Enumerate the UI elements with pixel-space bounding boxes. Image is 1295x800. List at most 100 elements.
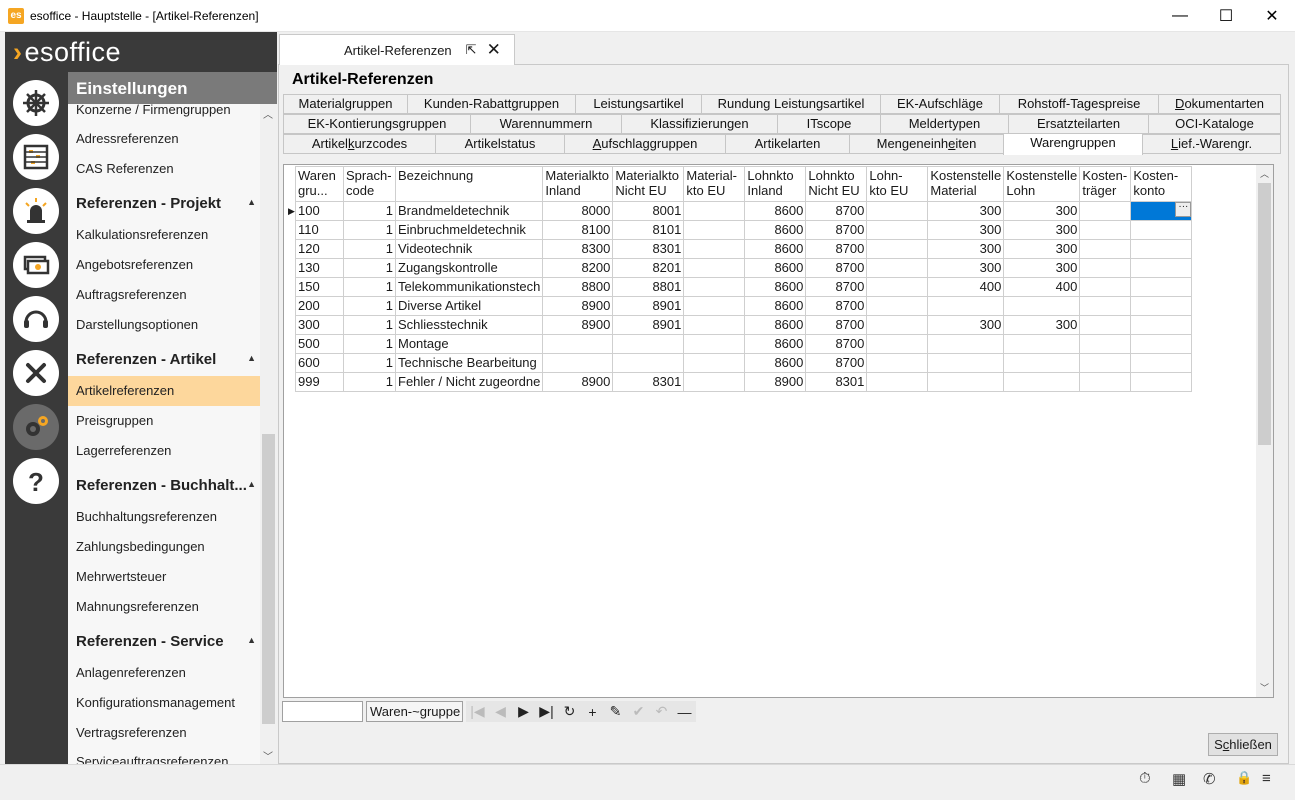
delete-record-icon[interactable]: —: [673, 701, 696, 722]
table-cell[interactable]: 8800: [542, 277, 614, 297]
table-cell[interactable]: 8600: [744, 334, 807, 354]
table-cell[interactable]: 1: [343, 277, 396, 297]
refresh-icon[interactable]: ↻: [558, 701, 581, 722]
table-cell[interactable]: Fehler / Nicht zugeordne: [394, 372, 544, 392]
table-cell[interactable]: [1003, 334, 1081, 354]
scroll-down-icon[interactable]: ﹀: [263, 748, 273, 763]
tab-artikelarten[interactable]: Artikelarten: [725, 134, 850, 154]
tab-ek-kontierungsgruppen[interactable]: EK-Kontierungsgruppen: [283, 114, 471, 134]
tab-warengruppen[interactable]: Warengruppen: [1003, 133, 1143, 155]
table-cell[interactable]: [683, 353, 746, 373]
table-cell[interactable]: 300: [927, 315, 1005, 335]
nav-item-cas-referenzen[interactable]: CAS Referenzen: [76, 161, 174, 176]
table-cell[interactable]: 300: [927, 258, 1005, 278]
table-cell[interactable]: [1130, 296, 1193, 316]
nav-item-kalkulationsreferenzen[interactable]: Kalkulationsreferenzen: [76, 227, 208, 242]
nav-item-mahnungsreferenzen[interactable]: Mahnungsreferenzen: [76, 599, 199, 614]
table-cell[interactable]: 8600: [744, 315, 807, 335]
table-cell[interactable]: 110: [295, 220, 344, 240]
tab-lief-warengr[interactable]: Lief.-Warengr.: [1142, 134, 1281, 154]
table-cell[interactable]: 300: [927, 220, 1005, 240]
close-button[interactable]: Schließen: [1208, 733, 1278, 756]
table-cell[interactable]: 8700: [805, 220, 868, 240]
table-cell[interactable]: [1079, 334, 1132, 354]
table-cell[interactable]: 130: [295, 258, 344, 278]
table-cell[interactable]: [683, 334, 746, 354]
table-cell[interactable]: 400: [1003, 277, 1081, 297]
nav-item-adressreferenzen[interactable]: Adressreferenzen: [76, 131, 179, 146]
nav-scroll-thumb[interactable]: [262, 434, 275, 724]
tab-meldertypen[interactable]: Meldertypen: [880, 114, 1009, 134]
nav-item-konfigurationsmanagement[interactable]: Konfigurationsmanagement: [76, 695, 235, 710]
nav-scrollbar[interactable]: ︿ ﹀: [260, 104, 277, 764]
grid-scroll-thumb[interactable]: [1258, 183, 1271, 445]
database-icon[interactable]: ≡: [1262, 770, 1271, 787]
add-record-icon[interactable]: +: [581, 701, 604, 722]
table-cell[interactable]: 8700: [805, 258, 868, 278]
table-cell[interactable]: Diverse Artikel: [394, 296, 544, 316]
table-cell[interactable]: [1079, 201, 1132, 221]
table-cell[interactable]: [927, 372, 1005, 392]
nav-item-anlagenreferenzen[interactable]: Anlagenreferenzen: [76, 665, 186, 680]
gears-icon[interactable]: [13, 404, 59, 450]
table-cell[interactable]: 999: [295, 372, 344, 392]
table-cell[interactable]: [866, 277, 929, 297]
nav-item-artikelreferenzen[interactable]: Artikelreferenzen: [76, 383, 174, 398]
last-record-icon[interactable]: ▶|: [535, 701, 558, 722]
table-cell[interactable]: Brandmeldetechnik: [394, 201, 544, 221]
nav-item-mehrwertsteuer[interactable]: Mehrwertsteuer: [76, 569, 166, 584]
ellipsis-button[interactable]: ···: [1175, 202, 1191, 217]
building-icon[interactable]: ▦: [1172, 770, 1186, 788]
tab-aufschlaggruppen[interactable]: Aufschlaggruppen: [564, 134, 726, 154]
help-icon[interactable]: ?: [13, 458, 59, 504]
grid-vertical-scrollbar[interactable]: ︿ ﹀: [1256, 165, 1273, 697]
table-cell[interactable]: 300: [1003, 201, 1081, 221]
nav-item-konzerne[interactable]: Konzerne / Firmengruppen: [76, 102, 231, 117]
table-cell[interactable]: 8901: [612, 296, 685, 316]
scroll-up-icon[interactable]: ︿: [263, 106, 273, 121]
table-cell[interactable]: 8600: [744, 201, 807, 221]
table-cell[interactable]: 300: [1003, 315, 1081, 335]
table-row[interactable]: 100 1 Brandmeldetechnik 8000 8001 8600 8700 300…: [295, 201, 1193, 221]
table-cell[interactable]: 100: [295, 201, 344, 221]
table-cell[interactable]: 200: [295, 296, 344, 316]
table-cell[interactable]: [1003, 353, 1081, 373]
table-cell[interactable]: [866, 315, 929, 335]
table-cell[interactable]: [927, 334, 1005, 354]
column-header[interactable]: Waren gru...: [295, 166, 344, 202]
table-cell[interactable]: [866, 258, 929, 278]
scroll-down-icon[interactable]: ﹀: [1260, 681, 1269, 694]
table-cell[interactable]: [683, 372, 746, 392]
table-cell[interactable]: [1130, 353, 1193, 373]
table-cell[interactable]: 8700: [805, 201, 868, 221]
table-cell[interactable]: 300: [1003, 239, 1081, 259]
post-record-icon[interactable]: ✔: [627, 701, 650, 722]
column-header[interactable]: Kosten-konto: [1130, 166, 1193, 202]
table-cell[interactable]: 8900: [542, 372, 614, 392]
table-cell[interactable]: 8700: [805, 334, 868, 354]
table-cell[interactable]: 8100: [542, 220, 614, 240]
navigator-field-label[interactable]: Waren-~gruppe: [366, 701, 463, 722]
headset-icon[interactable]: [13, 296, 59, 342]
navigator-search-input[interactable]: [282, 701, 363, 722]
table-cell[interactable]: 8301: [612, 372, 685, 392]
table-cell[interactable]: 300: [1003, 220, 1081, 240]
table-cell[interactable]: [866, 220, 929, 240]
table-cell[interactable]: [1130, 258, 1193, 278]
table-cell[interactable]: 300: [1003, 258, 1081, 278]
nav-item-preisgruppen[interactable]: Preisgruppen: [76, 413, 153, 428]
collapse-caret-icon[interactable]: ▲: [247, 635, 256, 645]
tab-artikelkurzcodes[interactable]: Artikelkurzcodes: [283, 134, 436, 154]
table-cell[interactable]: [1079, 277, 1132, 297]
tab-ek-aufschlaege[interactable]: EK-Aufschläge: [880, 94, 1000, 114]
popout-icon[interactable]: ⇱: [466, 42, 477, 58]
table-cell[interactable]: [683, 296, 746, 316]
column-header[interactable]: Lohn-kto EU: [866, 166, 929, 202]
money-icon[interactable]: [13, 242, 59, 288]
table-cell[interactable]: 8301: [805, 372, 868, 392]
table-cell[interactable]: [683, 201, 746, 221]
column-header[interactable]: Lohnkto Inland: [744, 166, 807, 202]
collapse-caret-icon[interactable]: ▲: [247, 353, 256, 363]
column-header[interactable]: Kostenstelle Lohn: [1003, 166, 1081, 202]
table-cell[interactable]: 8101: [612, 220, 685, 240]
